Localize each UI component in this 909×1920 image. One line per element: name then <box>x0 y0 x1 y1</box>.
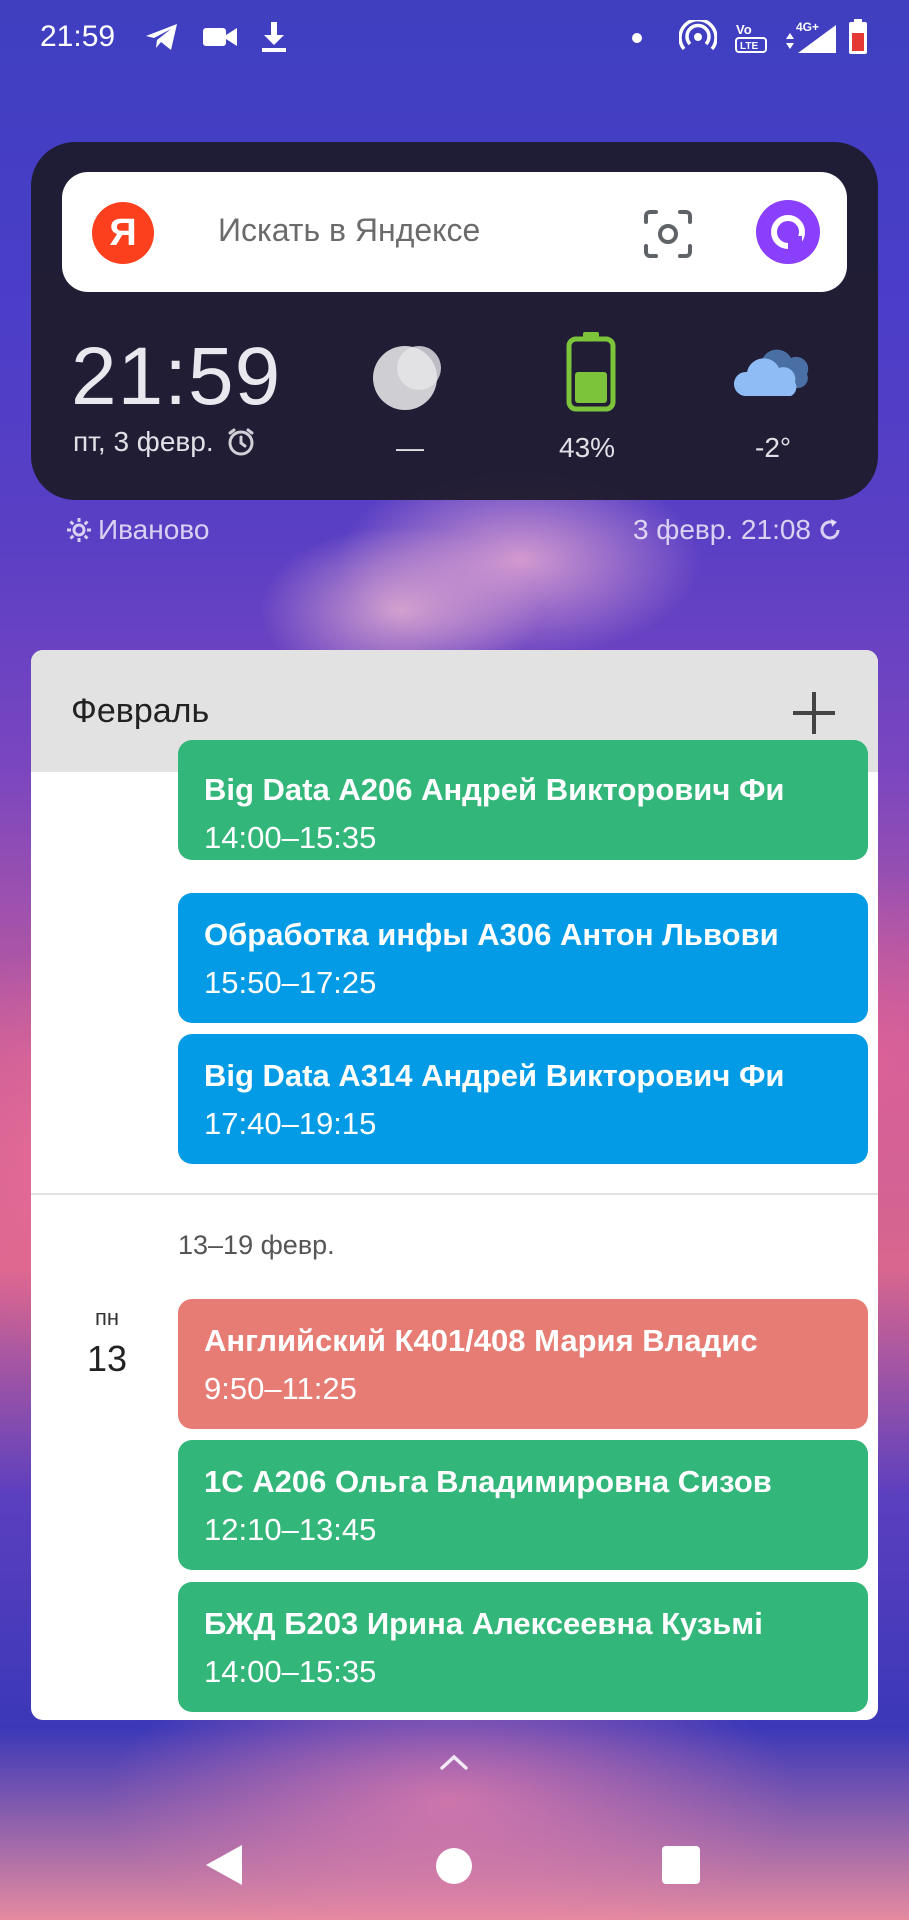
recents-icon[interactable] <box>662 1846 700 1884</box>
telegram-icon <box>142 20 182 54</box>
week-range: 13–19 февр. <box>178 1230 335 1260</box>
yandex-logo-icon[interactable]: Я <box>92 202 154 264</box>
week-divider <box>31 1193 878 1195</box>
event-card[interactable]: Big Data А314 Андрей Викторович Фи 17:40… <box>178 1034 868 1164</box>
battery-low-icon <box>846 19 870 54</box>
alice-voice-icon[interactable] <box>756 200 820 264</box>
event-time: 9:50–11:25 <box>204 1371 357 1406</box>
event-time: 15:50–17:25 <box>204 965 377 1000</box>
refresh-icon[interactable] <box>817 517 843 543</box>
alarm-icon <box>228 428 254 456</box>
event-card[interactable]: Обработка инфы А306 Антон Львови 15:50–1… <box>178 893 868 1023</box>
search-bar[interactable]: Я Искать в Яндексе <box>62 172 847 292</box>
battery-icon[interactable] <box>566 332 616 412</box>
status-bar: 21:59 Vo LTE 4G+ <box>0 0 909 78</box>
chevron-up-icon[interactable] <box>438 1752 470 1772</box>
event-card[interactable]: Английский К401/408 Мария Владис 9:50–11… <box>178 1299 868 1429</box>
gear-icon <box>67 518 91 542</box>
battery-percent: 43% <box>559 432 616 463</box>
cloud-weather-icon[interactable] <box>731 342 811 402</box>
updated-time: 3 февр. 21:08 <box>632 514 811 545</box>
event-card[interactable]: БЖД Б203 Ирина Алексеевна Кузьмі 14:00–1… <box>178 1582 868 1712</box>
city-name: Иваново <box>98 514 210 545</box>
event-title: Big Data А206 Андрей Викторович Фи <box>204 772 785 807</box>
event-time: 14:00–15:35 <box>204 1654 377 1689</box>
volte-icon: Vo LTE <box>732 20 772 54</box>
event-time: 14:00–15:35 <box>204 820 377 855</box>
hotspot-icon <box>678 20 718 54</box>
back-icon[interactable] <box>204 1843 244 1887</box>
day-name: пн <box>94 1305 120 1330</box>
event-time: 17:40–19:15 <box>204 1106 377 1141</box>
temperature: -2° <box>755 432 792 463</box>
event-card[interactable]: Big Data А206 Андрей Викторович Фи 14:00… <box>178 740 868 860</box>
status-time: 21:59 <box>40 20 116 53</box>
event-card[interactable]: 1С А206 Ольга Владимировна Сизов 12:10–1… <box>178 1440 868 1570</box>
signal-4g-icon: 4G+ <box>780 20 838 54</box>
home-icon[interactable] <box>436 1848 472 1884</box>
day-number[interactable]: 13 <box>79 1338 135 1380</box>
moon-value: — <box>396 432 424 463</box>
svg-text:Vo: Vo <box>736 22 752 37</box>
event-title: 1С А206 Ольга Владимировна Сизов <box>204 1464 772 1499</box>
clock-time[interactable]: 21:59 <box>71 330 281 424</box>
event-time: 12:10–13:45 <box>204 1512 377 1547</box>
event-title: Big Data А314 Андрей Викторович Фи <box>204 1058 785 1093</box>
camera-search-icon[interactable] <box>640 206 696 262</box>
event-title: Английский К401/408 Мария Владис <box>204 1323 758 1358</box>
svg-text:4G+: 4G+ <box>796 20 819 34</box>
video-camera-icon <box>200 20 240 54</box>
moon-phase-icon[interactable] <box>369 338 445 414</box>
update-info[interactable]: 3 февр. 21:08 <box>633 514 843 546</box>
event-title: БЖД Б203 Ирина Алексеевна Кузьмі <box>204 1606 763 1641</box>
clock-date: пт, 3 февр. <box>73 426 214 457</box>
date-line[interactable]: пт, 3 февр. <box>73 426 256 458</box>
add-event-icon[interactable] <box>789 688 839 738</box>
notification-dot-icon <box>632 33 642 43</box>
calendar-month[interactable]: Февраль <box>71 692 209 731</box>
download-icon <box>258 20 290 54</box>
calendar-widget: Февраль Big Data А206 Андрей Викторович … <box>31 650 878 1720</box>
city-setting[interactable]: Иваново <box>66 514 209 546</box>
yandex-widget: Я Искать в Яндексе 21:59 пт, 3 февр. — 4… <box>31 142 878 500</box>
event-title: Обработка инфы А306 Антон Львови <box>204 917 779 952</box>
search-input[interactable]: Искать в Яндексе <box>218 212 480 249</box>
svg-text:LTE: LTE <box>740 41 758 52</box>
